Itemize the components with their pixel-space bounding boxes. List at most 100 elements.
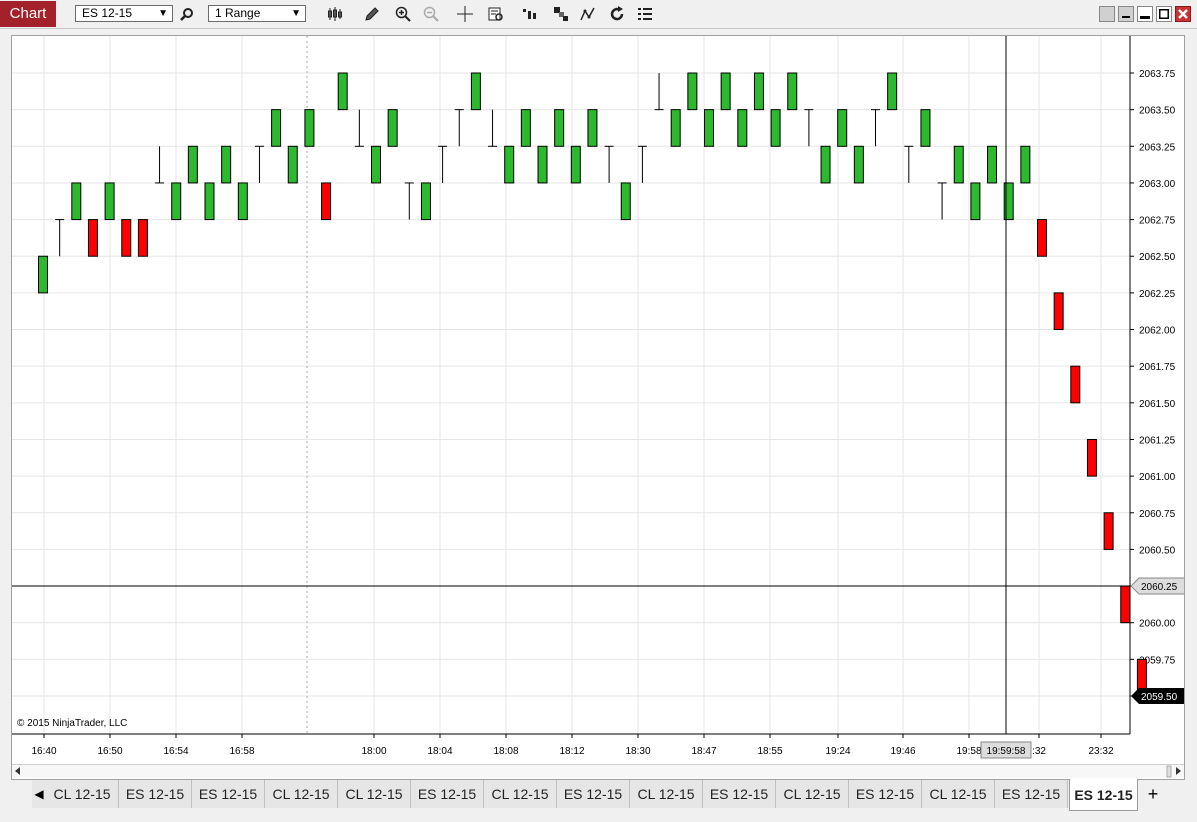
minimize-window-button[interactable] [1137,6,1153,22]
up-bar [620,182,631,221]
time-tick-label: 16:58 [229,746,254,757]
time-tick-label: 19:46 [890,746,915,757]
drawing-tools-icon[interactable] [578,4,598,24]
up-bar [38,255,48,294]
up-bar [887,72,898,111]
add-tab-button[interactable]: + [1140,780,1166,808]
tab-cl-12-15[interactable]: CL 12-15 [484,780,557,808]
up-bar [237,182,248,221]
instrument-value: ES 12-15 [82,6,133,20]
tab-es-12-15[interactable]: ES 12-15 [411,780,484,808]
up-bar [304,109,315,147]
tab-cl-12-15[interactable]: CL 12-15 [338,780,411,808]
down-bar [1070,365,1081,404]
data-box-icon[interactable] [486,4,506,24]
down-bar [1103,512,1114,550]
price-tick-label: 2063.00 [1139,179,1176,190]
scroll-left-icon [15,767,20,775]
interval-selector[interactable]: 1 Range ▼ [208,5,306,22]
up-bar [837,109,848,147]
up-bar [554,109,565,147]
up-bar [71,182,82,221]
up-bar [371,145,381,184]
time-tick-label: 19:58 [956,746,981,757]
up-bar [204,182,215,221]
price-tick-label: 2063.50 [1139,106,1176,117]
price-tick-label: 2061.75 [1139,362,1176,373]
time-tick-label: 18:00 [361,746,386,757]
crosshair-icon[interactable] [455,4,475,24]
tab-cl-12-15[interactable]: CL 12-15 [46,780,119,808]
scroll-right-icon [1176,767,1181,775]
time-tick-label: 18:30 [625,746,650,757]
up-bar [670,109,681,147]
reload-icon[interactable] [607,4,627,24]
time-tick-label: 19:24 [825,746,850,757]
tab-es-12-15[interactable]: ES 12-15 [557,780,630,808]
tab-cl-12-15[interactable]: CL 12-15 [265,780,338,808]
up-bar [1020,145,1031,184]
interval-value: 1 Range [215,6,261,20]
restore-icon[interactable] [1099,6,1115,22]
indicators-icon[interactable] [520,4,540,24]
tab-es-12-15[interactable]: ES 12-15 [995,780,1068,808]
chart-panel[interactable]: 2063.75 2063.50 2063.25 2063.00 2062.75 2062.… [11,35,1185,780]
up-bar [537,145,548,184]
crosshair-price-label: 2060.25 [1141,582,1178,593]
tab-es-12-15[interactable]: ES 12-15 [192,780,265,808]
down-bar [87,219,98,257]
up-bar [387,109,398,147]
price-tick-label: 2062.25 [1139,289,1176,300]
tab-prev-icon[interactable]: ◀ [32,780,46,808]
last-price-label: 2059.50 [1141,692,1178,703]
tab-cl-12-15[interactable]: CL 12-15 [776,780,849,808]
time-tick-label: 16:40 [31,746,56,757]
tab-es-12-15[interactable]: ES 12-15 [1069,779,1138,811]
window-title: Chart [0,1,56,27]
strategies-icon[interactable] [551,4,571,24]
chevron-down-icon: ▼ [291,8,301,19]
bar-style-icon[interactable] [325,4,345,24]
up-bar [520,109,531,147]
time-tick-label: 16:50 [97,746,122,757]
up-bar [953,145,964,184]
zoom-out-icon[interactable] [421,4,441,24]
pencil-icon[interactable] [362,4,382,24]
price-chart[interactable]: 2063.75 2063.50 2063.25 2063.00 2062.75 2062.… [12,36,1184,779]
down-bar [1120,585,1131,624]
up-bar [970,182,981,221]
up-bar [221,145,232,184]
tab-bar: ◀ CL 12-15 ES 12-15 ES 12-15 CL 12-15 CL 12-… [0,779,1197,822]
tab-es-12-15[interactable]: ES 12-15 [703,780,776,808]
tab-cl-12-15[interactable]: CL 12-15 [922,780,995,808]
up-bar [687,72,698,111]
tab-es-12-15[interactable]: ES 12-15 [849,780,922,808]
minimize-icon[interactable] [1118,6,1134,22]
properties-icon[interactable] [635,4,655,24]
price-tick-label: 2062.50 [1139,252,1176,263]
down-bar [137,219,148,257]
up-bar [287,145,298,184]
tab-es-12-15[interactable]: ES 12-15 [119,780,192,808]
price-tick-label: 2060.00 [1139,619,1176,630]
chevron-down-icon: ▼ [158,8,168,19]
search-icon[interactable] [177,4,197,24]
time-tick-label: 18:08 [493,746,518,757]
up-bar [853,145,864,184]
instrument-selector[interactable]: ES 12-15 ▼ [75,5,173,22]
down-bar [1086,438,1097,477]
time-tick-label: 16:54 [163,746,188,757]
tab-cl-12-15[interactable]: CL 12-15 [630,780,703,808]
maximize-icon[interactable] [1156,6,1172,22]
time-tick-label: 18:04 [427,746,452,757]
time-tick-label: 18:47 [691,746,716,757]
close-icon[interactable] [1175,6,1191,22]
crosshair-time-label: 19:59:58 [987,746,1026,757]
copyright-label: © 2015 NinjaTrader, LLC [17,718,127,729]
up-bar [420,182,431,221]
horizontal-scrollbar[interactable] [12,764,1184,778]
time-tick-label: 23:32 [1088,746,1113,757]
zoom-in-icon[interactable] [393,4,413,24]
price-tick-label: 2060.50 [1139,545,1176,556]
up-bar [770,109,781,147]
